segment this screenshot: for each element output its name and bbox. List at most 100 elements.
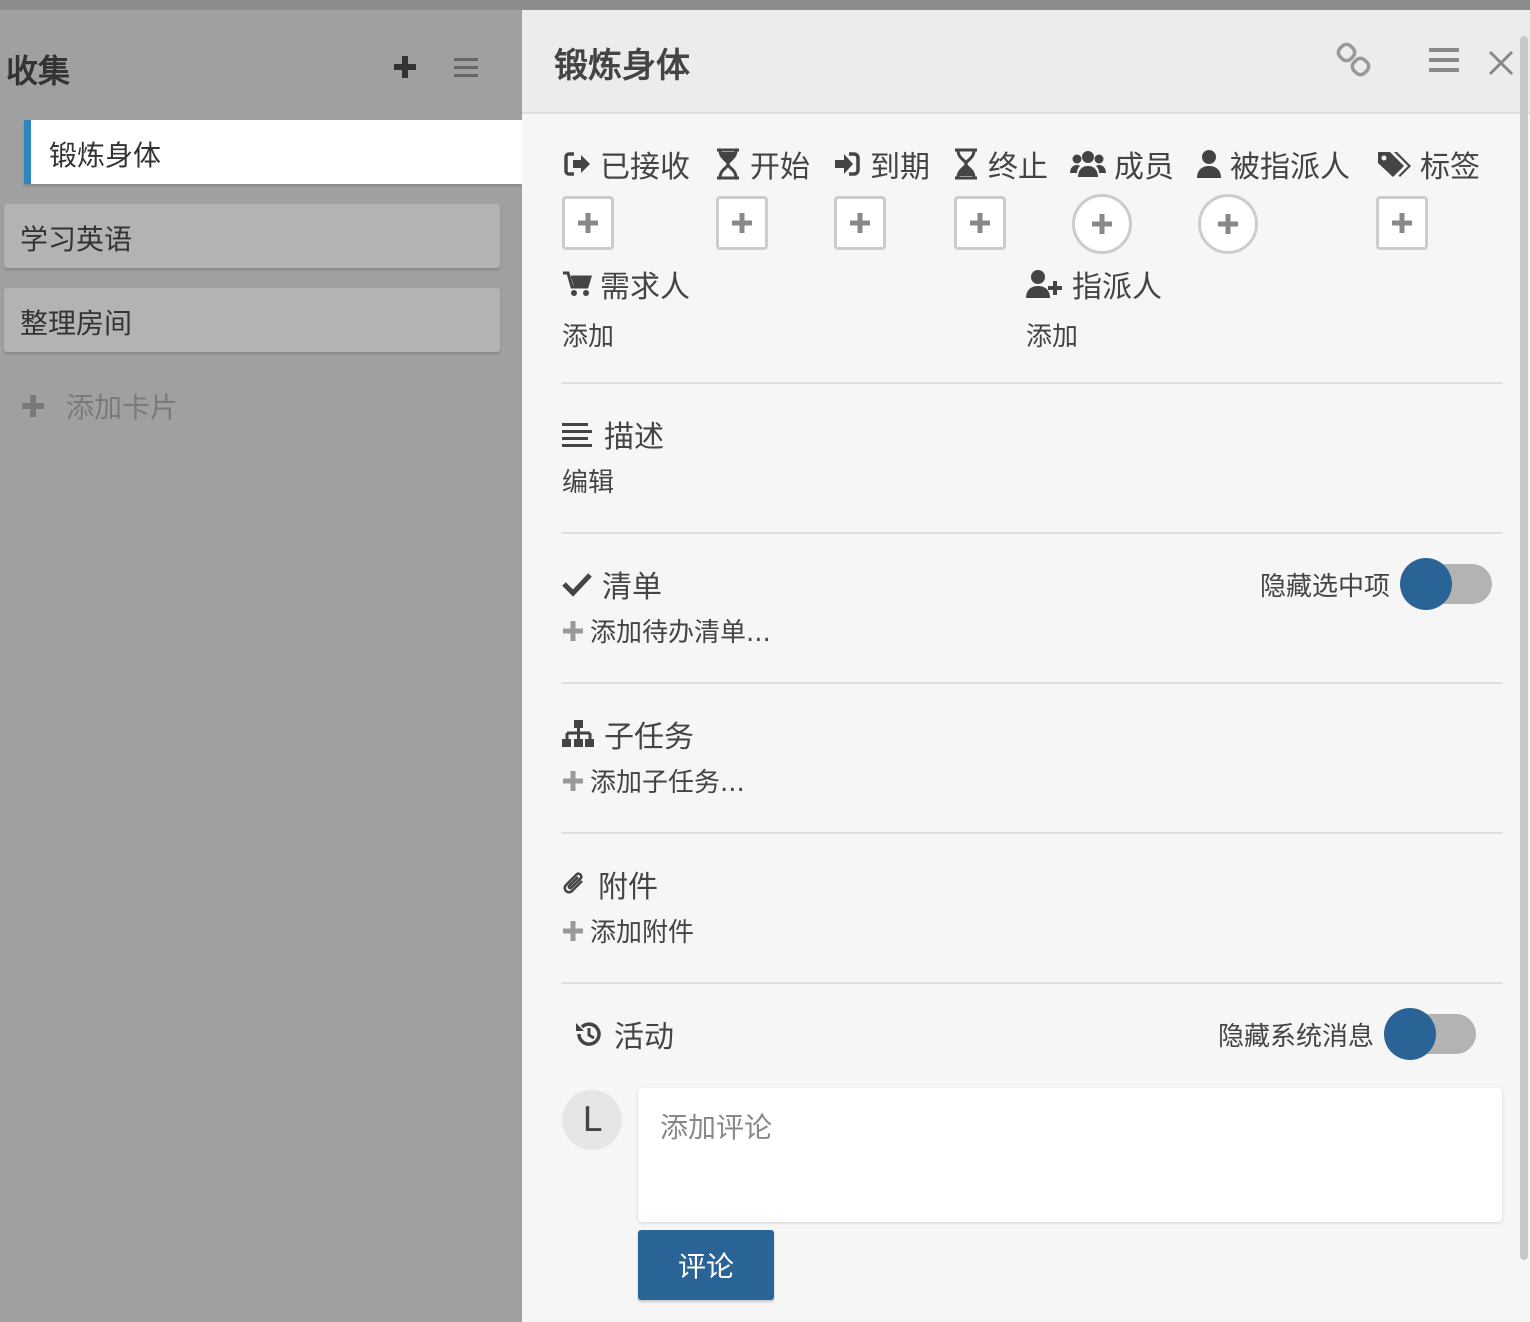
add-label-button[interactable]	[1376, 196, 1428, 250]
close-icon[interactable]	[1486, 48, 1516, 82]
divider	[562, 982, 1502, 984]
badge-label: 已接收	[600, 150, 690, 185]
users-icon	[1070, 149, 1106, 179]
plus-icon	[563, 920, 583, 941]
badge-start: 开始	[714, 142, 810, 186]
add-start-button[interactable]	[716, 196, 768, 250]
list-menu-icon[interactable]	[452, 54, 480, 82]
shopping-cart-icon	[562, 270, 592, 298]
tags-icon	[1376, 149, 1412, 179]
hide-system-label: 隐藏系统消息	[1218, 1021, 1375, 1052]
add-attachment-label: 添加附件	[590, 918, 695, 948]
requester-section: 需求人 添加	[562, 262, 690, 353]
add-assignee-button[interactable]	[1198, 194, 1258, 254]
hide-checked-toggle-row: 隐藏选中项	[1260, 558, 1493, 610]
hamburger-menu-icon[interactable]	[1426, 42, 1462, 82]
plus-icon	[1092, 214, 1112, 234]
avatar[interactable]: L	[562, 1090, 622, 1150]
sitemap-icon	[562, 720, 594, 748]
card-title: 学习英语	[20, 223, 133, 256]
add-card-label: 添加卡片	[66, 391, 179, 424]
details-title[interactable]: 锻炼身体	[554, 38, 690, 87]
badge-assignees: 被指派人	[1196, 142, 1350, 186]
badge-label: 被指派人	[1230, 150, 1350, 185]
scrollbar[interactable]	[1520, 36, 1528, 1260]
plus-icon	[563, 770, 583, 791]
add-assigner-link[interactable]: 添加	[1026, 316, 1162, 353]
divider	[562, 682, 1502, 684]
arrow-in-icon	[832, 149, 862, 179]
add-attachment-link[interactable]: 添加附件	[562, 912, 1502, 949]
subtasks-label: 子任务	[604, 720, 694, 755]
list-card-active[interactable]: 锻炼身体	[24, 120, 522, 184]
add-card-plus-icon[interactable]	[390, 52, 420, 82]
plus-icon	[563, 620, 583, 641]
link-icon[interactable]	[1336, 42, 1372, 82]
align-left-icon	[562, 420, 594, 448]
add-end-button[interactable]	[954, 196, 1006, 250]
divider	[562, 532, 1502, 534]
badge-label: 到期	[870, 150, 930, 185]
sign-in-icon	[562, 149, 592, 179]
badge-received: 已接收	[562, 142, 690, 186]
add-member-button[interactable]	[1072, 194, 1132, 254]
hide-checked-label: 隐藏选中项	[1260, 571, 1391, 602]
badge-label: 开始	[750, 150, 810, 185]
hide-system-toggle[interactable]	[1384, 1008, 1477, 1060]
badge-due: 到期	[832, 142, 930, 186]
badge-label: 终止	[988, 150, 1048, 185]
edit-description-link[interactable]: 编辑	[562, 462, 1502, 499]
user-plus-icon	[1026, 269, 1064, 299]
attachments-label: 附件	[598, 870, 658, 905]
comment-placeholder: 添加评论	[660, 1111, 773, 1144]
divider	[562, 382, 1502, 384]
list-header: 收集	[0, 34, 522, 98]
list-column: 收集 锻炼身体 学习英语 整理房间 添加卡片	[0, 10, 522, 1322]
plus-icon	[1218, 214, 1238, 234]
checklist-label: 清单	[602, 570, 662, 605]
add-checklist-link[interactable]: 添加待办清单...	[562, 612, 1502, 649]
user-icon	[1196, 149, 1222, 179]
badge-members: 成员	[1070, 142, 1174, 186]
plus-icon	[22, 395, 44, 417]
divider	[562, 832, 1502, 834]
badge-end: 终止	[952, 142, 1048, 186]
plus-icon	[850, 213, 870, 233]
add-requester-link[interactable]: 添加	[562, 316, 690, 353]
plus-icon	[1392, 213, 1412, 233]
list-card[interactable]: 整理房间	[4, 288, 500, 352]
plus-icon	[578, 213, 598, 233]
plus-icon	[732, 213, 752, 233]
requester-label: 需求人	[600, 270, 690, 305]
hourglass-end-icon	[952, 148, 980, 180]
list-title[interactable]: 收集	[6, 46, 70, 92]
add-due-button[interactable]	[834, 196, 886, 250]
assigner-section: 指派人 添加	[1026, 262, 1162, 353]
top-strip	[0, 0, 1530, 10]
subtasks-section: 子任务 添加子任务...	[562, 712, 1502, 799]
comment-submit-label: 评论	[677, 1250, 734, 1283]
add-subtask-label: 添加子任务...	[590, 768, 745, 798]
hide-system-toggle-row: 隐藏系统消息	[1218, 1008, 1477, 1060]
card-title: 锻炼身体	[49, 139, 162, 172]
add-received-button[interactable]	[562, 196, 614, 250]
avatar-initial: L	[582, 1100, 602, 1140]
comment-input[interactable]: 添加评论	[638, 1088, 1502, 1222]
card-badges: 已接收 开始 到期 终止 成员 被指派人 标签	[562, 142, 1522, 266]
badge-labels: 标签	[1376, 142, 1480, 186]
badge-label: 成员	[1114, 150, 1174, 185]
add-subtask-link[interactable]: 添加子任务...	[562, 762, 1502, 799]
plus-icon	[970, 213, 990, 233]
paperclip-icon	[562, 869, 588, 899]
description-label: 描述	[604, 420, 664, 455]
list-card[interactable]: 学习英语	[4, 204, 500, 268]
comment-submit-button[interactable]: 评论	[638, 1230, 774, 1300]
details-header: 锻炼身体	[522, 10, 1530, 114]
history-icon	[574, 1019, 604, 1049]
hide-checked-toggle[interactable]	[1400, 558, 1493, 610]
edit-label: 编辑	[562, 468, 615, 498]
assigner-label: 指派人	[1072, 270, 1162, 305]
add-card-button[interactable]: 添加卡片	[20, 388, 178, 424]
hourglass-start-icon	[714, 148, 742, 180]
card-details-panel: 锻炼身体 已接收 开始 到期 终止 成员 被指派人 标签 需求人 添加 指派人 …	[522, 10, 1530, 1322]
